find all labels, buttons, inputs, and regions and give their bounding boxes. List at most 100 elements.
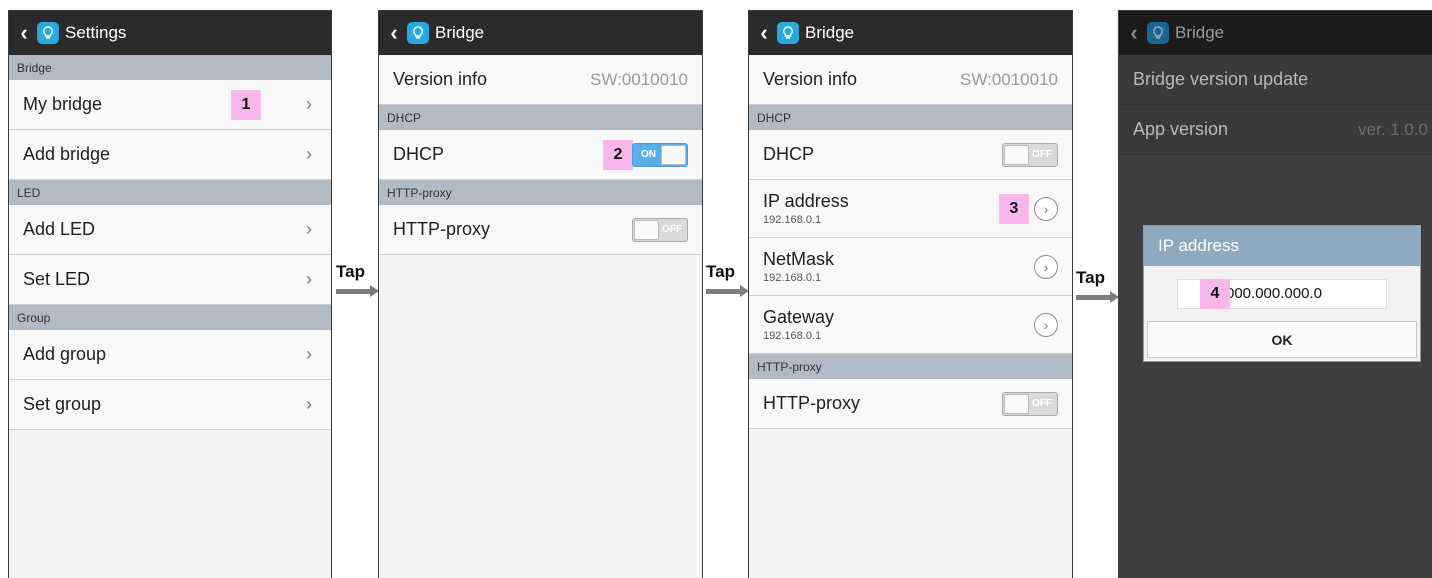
set-group-item[interactable]: Set group ›	[9, 380, 331, 430]
page-title: Bridge	[805, 23, 855, 42]
dhcp-toggle[interactable]: ON	[632, 142, 688, 167]
app-version-row: App version ver. 1.0.0	[1119, 105, 1432, 155]
version-info-row: Version info SW:0010010	[749, 55, 1072, 105]
section-bridge: Bridge	[9, 55, 331, 80]
add-group-label: Add group	[23, 344, 107, 364]
add-led-item[interactable]: Add LED ›	[9, 205, 331, 255]
chevron-right-icon[interactable]: ›	[1034, 196, 1058, 221]
chevron-right-icon[interactable]: ›	[1034, 254, 1058, 279]
version-info-value: SW:0010010	[590, 69, 688, 89]
add-bridge-label: Add bridge	[23, 144, 111, 164]
version-info-label: Version info	[393, 69, 488, 89]
toggle-knob	[661, 144, 686, 165]
tap-label: Tap	[336, 262, 365, 281]
chevron-right-icon[interactable]: ›	[1034, 312, 1058, 337]
section-dhcp: DHCP	[749, 105, 1072, 130]
http-proxy-label: HTTP-proxy	[763, 393, 861, 413]
dialog-title: IP address	[1144, 226, 1420, 266]
arrow-shaft	[706, 289, 742, 294]
gateway-label: Gateway	[763, 307, 835, 327]
app-version-label: App version	[1133, 119, 1229, 139]
app-version-value: ver. 1.0.0	[1358, 119, 1428, 139]
set-led-item[interactable]: Set LED ›	[9, 255, 331, 305]
settings-screen: ‹ Settings Bridge My bridge › 1 Add brid…	[8, 10, 332, 578]
tap-label: Tap	[706, 262, 735, 281]
chevron-right-icon: ›	[306, 94, 312, 114]
chevron-right-icon: ›	[306, 219, 312, 239]
version-info-label: Version info	[763, 69, 858, 89]
my-bridge-item[interactable]: My bridge › 1	[9, 80, 331, 130]
http-proxy-row: HTTP-proxy OFF	[379, 205, 702, 255]
tap-arrow-3: Tap	[1074, 268, 1120, 318]
http-proxy-label: HTTP-proxy	[393, 219, 491, 239]
page-title: Bridge	[1175, 23, 1225, 42]
add-group-item[interactable]: Add group ›	[9, 330, 331, 380]
add-bridge-item[interactable]: Add bridge ›	[9, 130, 331, 180]
page-title: Settings	[65, 23, 127, 42]
bridge-topbar: ‹ Bridge	[1119, 11, 1432, 55]
back-icon[interactable]: ‹	[385, 20, 403, 45]
set-led-label: Set LED	[23, 269, 91, 289]
ip-address-value: 192.168.0.1	[763, 214, 822, 226]
toggle-knob	[1004, 393, 1029, 414]
section-led: LED	[9, 180, 331, 205]
chevron-right-icon: ›	[306, 144, 312, 164]
ip-address-label: IP address	[763, 191, 849, 211]
toggle-knob	[634, 219, 659, 240]
arrow-shaft	[336, 289, 372, 294]
netmask-label: NetMask	[763, 249, 835, 269]
tap-label: Tap	[1076, 268, 1105, 287]
bridge-topbar: ‹ Bridge	[379, 11, 702, 55]
bulb-app-icon	[37, 22, 59, 44]
netmask-row[interactable]: NetMask 192.168.0.1 ›	[749, 238, 1072, 296]
gateway-row[interactable]: Gateway 192.168.0.1 ›	[749, 296, 1072, 354]
ip-address-row[interactable]: IP address 192.168.0.1 3 ›	[749, 180, 1072, 238]
ok-button[interactable]: OK	[1147, 321, 1417, 358]
toggle-state-label: ON	[641, 148, 656, 160]
bridge-screen-dhcp-off: ‹ Bridge Version info SW:0010010 DHCP DH…	[748, 10, 1073, 578]
back-icon[interactable]: ‹	[755, 20, 773, 45]
back-icon[interactable]: ‹	[15, 20, 33, 45]
bulb-app-icon	[777, 22, 799, 44]
bridge-screen-ip-dialog: ‹ Bridge Bridge version update App versi…	[1118, 10, 1432, 578]
bridge-version-update-label: Bridge version update	[1133, 69, 1309, 89]
step-marker-4: 4	[1200, 279, 1230, 309]
step-marker-3: 3	[999, 194, 1029, 224]
chevron-right-icon: ›	[306, 269, 312, 289]
dhcp-row: DHCP 2 ON	[379, 130, 702, 180]
dhcp-label: DHCP	[763, 144, 815, 164]
step-marker-2: 2	[603, 140, 633, 170]
bulb-app-icon	[407, 22, 429, 44]
chevron-right-icon: ›	[306, 394, 312, 414]
tap-arrow-1: Tap	[334, 262, 380, 312]
bridge-screen-dhcp-on: ‹ Bridge Version info SW:0010010 DHCP DH…	[378, 10, 703, 578]
version-info-row: Version info SW:0010010	[379, 55, 702, 105]
set-group-label: Set group	[23, 394, 102, 414]
toggle-knob	[1004, 144, 1029, 165]
http-proxy-toggle[interactable]: OFF	[632, 217, 688, 242]
section-http-proxy: HTTP-proxy	[749, 354, 1072, 379]
dhcp-row: DHCP OFF	[749, 130, 1072, 180]
http-proxy-toggle[interactable]: OFF	[1002, 391, 1058, 416]
section-http-proxy: HTTP-proxy	[379, 180, 702, 205]
settings-topbar: ‹ Settings	[9, 11, 331, 55]
page-title: Bridge	[435, 23, 485, 42]
bridge-topbar: ‹ Bridge	[749, 11, 1072, 55]
toggle-state-label: OFF	[662, 223, 682, 235]
version-info-value: SW:0010010	[960, 69, 1058, 89]
dhcp-label: DHCP	[393, 144, 445, 164]
dhcp-toggle[interactable]: OFF	[1002, 142, 1058, 167]
http-proxy-row: HTTP-proxy OFF	[749, 379, 1072, 429]
bulb-app-icon	[1147, 22, 1169, 44]
toggle-state-label: OFF	[1032, 148, 1052, 160]
bridge-version-update-row: Bridge version update	[1119, 55, 1432, 105]
arrow-shaft	[1076, 295, 1112, 300]
tap-arrow-2: Tap	[704, 262, 750, 312]
toggle-state-label: OFF	[1032, 397, 1052, 409]
dialog-body: 4 000.000.000.0	[1144, 266, 1420, 321]
gateway-value: 192.168.0.1	[763, 330, 822, 342]
section-group: Group	[9, 305, 331, 330]
back-icon: ‹	[1130, 20, 1138, 45]
chevron-right-icon: ›	[306, 344, 312, 364]
add-led-label: Add LED	[23, 219, 96, 239]
